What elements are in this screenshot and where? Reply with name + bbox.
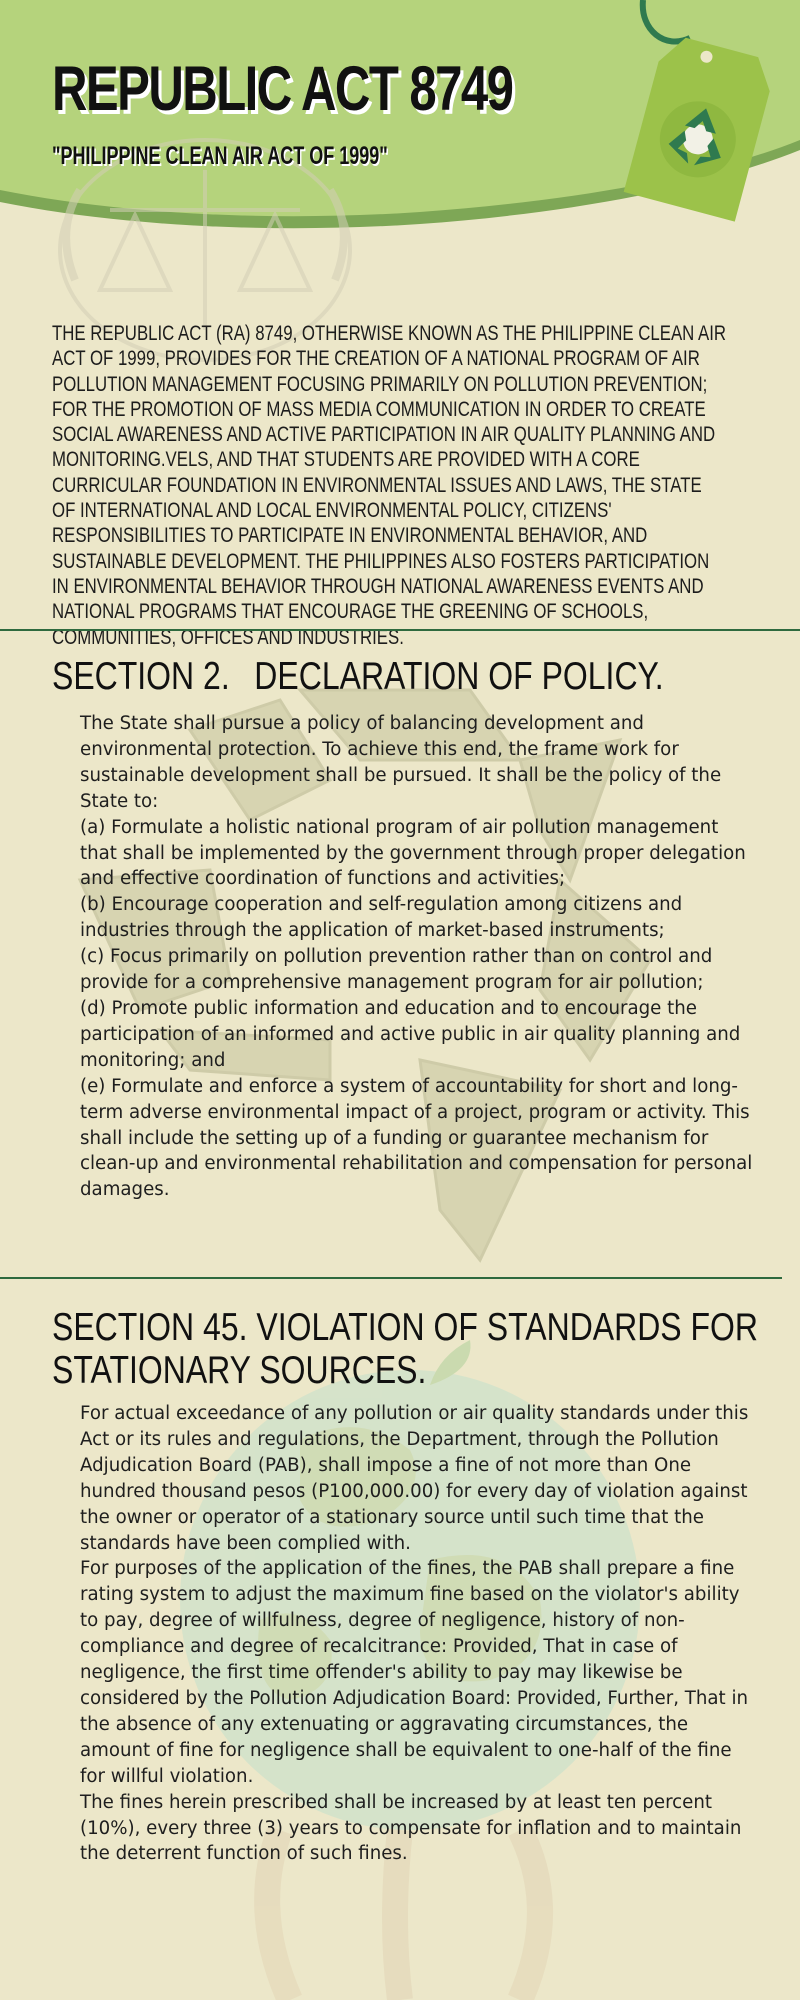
section-2-item-b: (b) Encourage cooperation and self-regul…: [80, 894, 683, 942]
section-2-title: DECLARATION OF POLICY.: [254, 655, 664, 698]
section-2-item-c: (c) Focus primarily on pollution prevent…: [80, 946, 713, 994]
intro-paragraph: The Republic Act (RA) 8749, otherwise kn…: [52, 322, 727, 649]
section-2-heading: SECTION 2. DECLARATION OF POLICY.: [52, 655, 664, 698]
section-2-item-e: (e) Formulate and enforce a system of ac…: [80, 1075, 753, 1201]
page-content: REPUBLIC ACT 8749 "PHILIPPINE CLEAN AIR …: [0, 0, 800, 2000]
page-subtitle: "PHILIPPINE CLEAN AIR ACT OF 1999": [52, 142, 388, 170]
divider: [0, 1277, 782, 1279]
section-45-paragraph-3: The fines herein prescribed shall be inc…: [80, 1791, 742, 1865]
section-2-body: The State shall pursue a policy of balan…: [80, 711, 756, 1203]
section-45-heading: SECTION 45. VIOLATION OF STANDARDS FOR S…: [52, 1306, 759, 1392]
section-2-paragraph: The State shall pursue a policy of balan…: [80, 713, 722, 812]
section-45-paragraph-2: For purposes of the application of the f…: [80, 1558, 749, 1787]
section-2-item-a: (a) Formulate a holistic national progra…: [80, 816, 746, 890]
page-title: REPUBLIC ACT 8749: [52, 54, 514, 124]
section-45-body: For actual exceedance of any pollution o…: [80, 1401, 756, 1867]
section-2-item-d: (d) Promote public information and educa…: [80, 997, 741, 1071]
section-45-paragraph-1: For actual exceedance of any pollution o…: [80, 1403, 749, 1554]
divider: [0, 629, 800, 631]
section-2-number: SECTION 2.: [52, 655, 230, 698]
